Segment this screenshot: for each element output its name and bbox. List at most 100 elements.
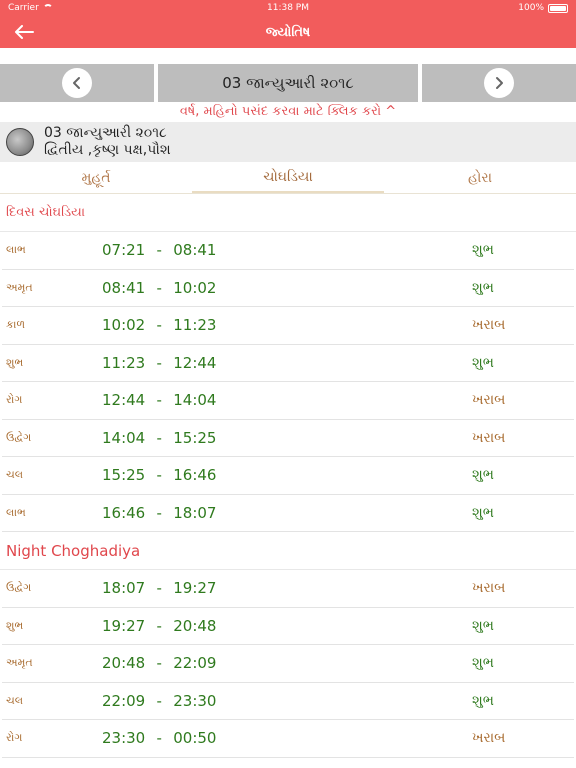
choghadiya-time: 11:23-12:44 [102, 354, 472, 372]
choghadiya-name: લાભ [6, 505, 26, 519]
status-right: 100% [518, 3, 568, 13]
choghadiya-time: 19:27-20:48 [102, 617, 472, 635]
choghadiya-name: ઉદ્વેગ [6, 581, 32, 595]
time-separator: - [156, 729, 162, 748]
back-button[interactable] [10, 20, 38, 44]
choghadiya-time: 08:41-10:02 [102, 279, 472, 297]
end-time: 20:48 [173, 616, 217, 635]
choghadiya-time: 07:21-08:41 [102, 241, 472, 259]
start-time: 12:44 [102, 391, 146, 410]
choghadiya-name: રોગ [6, 731, 23, 745]
end-time: 23:30 [173, 691, 217, 710]
battery-percent: 100% [518, 3, 544, 13]
tab-choghadiya[interactable]: ચોઘડિયા [192, 162, 384, 193]
time-separator: - [156, 241, 162, 260]
tab-muhurt[interactable]: મુહૂર્ત [0, 162, 192, 193]
prev-date-button[interactable] [62, 68, 92, 98]
table-row: કાળ 10:02-11:23 ખરાબ [2, 307, 574, 345]
table-row: અમૃત 08:41-10:02 શુભ [2, 270, 574, 307]
chevron-right-icon [496, 77, 503, 89]
table-row: રોગ 12:44-14:04 ખરાબ [2, 382, 574, 420]
choghadiya-name: ઉદ્વેગ [6, 430, 32, 444]
status-badge: ખરાબ [472, 392, 506, 409]
choghadiya-time: 16:46-18:07 [102, 504, 472, 522]
carrier-label: Carrier [8, 3, 39, 13]
time-separator: - [156, 391, 162, 410]
start-time: 20:48 [102, 654, 146, 673]
night-choghadiya-list: ઉદ્વેગ 18:07-19:27 ખરાબ શુભ 19:27-20:48 શુભ અમ… [0, 570, 576, 758]
start-time: 14:04 [102, 428, 146, 447]
status-badge: શુભ [472, 354, 494, 371]
start-time: 23:30 [102, 729, 146, 748]
choghadiya-time: 12:44-14:04 [102, 391, 472, 409]
status-badge: ખરાબ [472, 580, 506, 597]
status-badge: શુભ [472, 242, 494, 259]
status-time: 11:38 PM [267, 3, 309, 13]
table-row: શુભ 11:23-12:44 શુભ [2, 345, 574, 382]
status-badge: ખરાબ [472, 730, 506, 747]
choghadiya-time: 20:48-22:09 [102, 654, 472, 672]
day-section-title: દિવસ ચોઘડિયા [0, 194, 576, 232]
time-separator: - [156, 316, 162, 335]
tab-bar: મુહૂર્ત ચોઘડિયા હોરા [0, 162, 576, 194]
status-badge: શુભ [472, 279, 494, 296]
time-separator: - [156, 428, 162, 447]
start-time: 07:21 [102, 241, 146, 260]
start-time: 10:02 [102, 316, 146, 335]
choghadiya-name: કાળ [6, 318, 26, 332]
nav-bar: જ્યોતિષ [0, 16, 576, 48]
start-time: 08:41 [102, 278, 146, 297]
end-time: 18:07 [173, 503, 217, 522]
choghadiya-name: લાભ [6, 243, 26, 257]
table-row: અમૃત 20:48-22:09 શુભ [2, 645, 574, 683]
start-time: 19:27 [102, 616, 146, 635]
date-picker-hint[interactable]: વર્ષ, મહિનો પસંદ કરવા માટે ક્લિક કરો ^ [0, 102, 576, 122]
status-badge: શુભ [472, 692, 494, 709]
choghadiya-name: શુભ [6, 355, 24, 369]
day-choghadiya-list: લાભ 07:21-08:41 શુભ અમૃત 08:41-10:02 શુભ કાળ 10… [0, 232, 576, 532]
choghadiya-name: અમૃત [6, 280, 33, 294]
end-time: 16:46 [173, 466, 217, 485]
time-separator: - [156, 353, 162, 372]
end-time: 12:44 [173, 353, 217, 372]
end-time: 15:25 [173, 428, 217, 447]
end-time: 00:50 [173, 729, 217, 748]
night-section-title: Night Choghadiya [0, 532, 576, 570]
time-separator: - [156, 466, 162, 485]
moon-phase-icon [6, 128, 34, 156]
status-badge: શુભ [472, 467, 494, 484]
status-badge: શુભ [472, 504, 494, 521]
table-row: ઉદ્વેગ 18:07-19:27 ખરાબ [2, 570, 574, 608]
end-time: 14:04 [173, 391, 217, 410]
end-time: 08:41 [173, 241, 217, 260]
prev-date-area [0, 64, 154, 102]
time-separator: - [156, 691, 162, 710]
current-date-button[interactable]: 03 જાન્યુઆરી ૨૦૧૮ [158, 64, 418, 102]
choghadiya-name: શુભ [6, 618, 24, 632]
start-time: 22:09 [102, 691, 146, 710]
status-badge: શુભ [472, 655, 494, 672]
end-time: 10:02 [173, 278, 217, 297]
end-time: 22:09 [173, 654, 217, 673]
next-date-button[interactable] [484, 68, 514, 98]
choghadiya-name: અમૃત [6, 656, 33, 670]
battery-icon [548, 3, 568, 13]
table-row: લાભ 16:46-18:07 શુભ [2, 495, 574, 532]
date-bar: 03 જાન્યુઆરી ૨૦૧૮ [0, 64, 576, 102]
back-arrow-icon [15, 25, 34, 39]
choghadiya-name: ચલ [6, 468, 24, 482]
choghadiya-time: 15:25-16:46 [102, 466, 472, 484]
moon-date: 03 જાન્યુઆરી ૨૦૧૮ [44, 125, 167, 141]
start-time: 18:07 [102, 579, 146, 598]
start-time: 16:46 [102, 503, 146, 522]
table-row: ચલ 22:09-23:30 શુભ [2, 683, 574, 720]
time-separator: - [156, 616, 162, 635]
table-row: ચલ 15:25-16:46 શુભ [2, 457, 574, 495]
moon-detail: દ્વિતીય ,કૃષ્ણ પક્ષ,પૌશ [44, 142, 171, 158]
end-time: 11:23 [173, 316, 217, 335]
table-row: રોગ 23:30-00:50 ખરાબ [2, 720, 574, 758]
chevron-left-icon [73, 77, 80, 89]
status-badge: ખરાબ [472, 429, 506, 446]
tab-hora[interactable]: હોરા [384, 162, 576, 193]
status-badge: ખરાબ [472, 317, 506, 334]
